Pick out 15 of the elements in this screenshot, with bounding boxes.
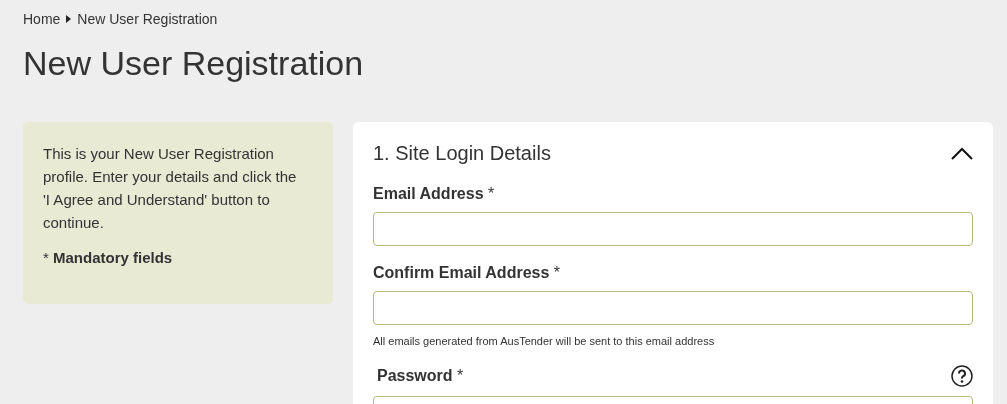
section-title: 1. Site Login Details bbox=[373, 142, 551, 165]
field-label: Email Address * bbox=[373, 185, 495, 203]
breadcrumb-link[interactable]: Home bbox=[23, 11, 61, 27]
chevron-up-icon[interactable] bbox=[951, 146, 973, 161]
field-hint: All emails generated from AusTender will be sent to this email address bbox=[373, 335, 716, 347]
caret-icon bbox=[66, 15, 72, 23]
help-icon[interactable] bbox=[951, 365, 973, 387]
mandatory-note: *Mandatory fields bbox=[43, 248, 174, 268]
page-title: New User Registration bbox=[23, 43, 365, 83]
info-text: This is your New User Registration profile. Enter your details and click the 'I Agree and Understand' button to continue. bbox=[43, 144, 298, 233]
field-label: Confirm Email Address * bbox=[373, 264, 560, 282]
field-label: Password * bbox=[377, 367, 464, 385]
input-field[interactable] bbox=[373, 212, 973, 246]
breadcrumb-current: New User Registration bbox=[77, 11, 218, 27]
input-field[interactable] bbox=[373, 291, 973, 325]
